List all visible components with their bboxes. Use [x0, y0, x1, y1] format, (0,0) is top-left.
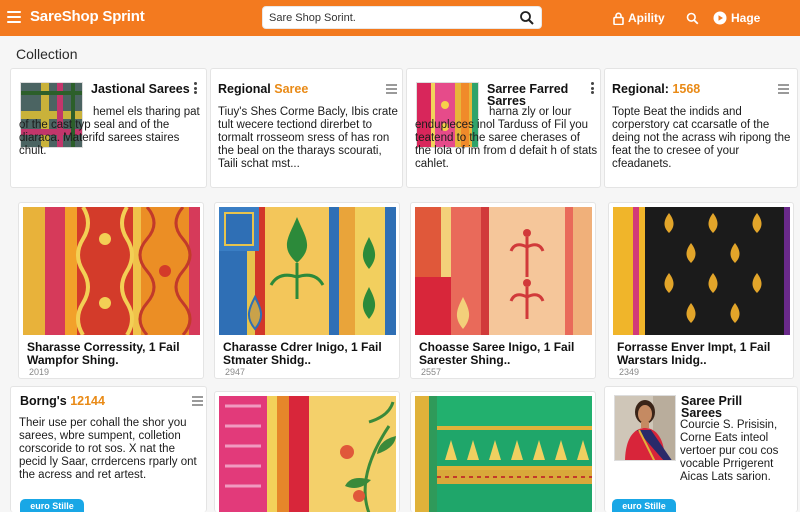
saree-image[interactable] — [415, 207, 592, 335]
card-description: Topte Beat the indids and corperstory ca… — [612, 106, 791, 170]
image-card-1[interactable]: Sharasse Corressity, 1 Fail Wampfor Shin… — [18, 202, 204, 379]
card-title-accent: Saree — [274, 82, 309, 96]
image-card-6[interactable] — [410, 391, 596, 512]
card-description: Courcie S. Prisisin, Corne Eats inteol v… — [680, 419, 779, 483]
card-title-prefix: Regional: — [612, 82, 673, 96]
saree-image[interactable] — [613, 207, 790, 335]
card-title: Sarree Farred Sarres — [487, 82, 569, 108]
hamburger-icon[interactable] — [7, 11, 21, 23]
apply-label: Apility — [628, 11, 665, 25]
card-description: Their use per cohall the shor you sarees… — [19, 417, 197, 481]
text-card-4[interactable]: Regional: 1568 Topte Beat the indids and… — [604, 68, 798, 188]
search-input[interactable] — [269, 10, 509, 26]
apply-link[interactable]: Apility — [613, 0, 665, 36]
saree-image[interactable] — [23, 207, 200, 335]
text-card-2[interactable]: Regional Saree Tiuy's Shes Corme Bacly, … — [210, 68, 403, 188]
list-menu-icon[interactable] — [386, 84, 397, 94]
cta-button[interactable]: euro Stille — [20, 499, 84, 512]
text-card-1[interactable]: Jastional Sarees hemel els tharing pat o… — [10, 68, 207, 188]
card-title: Regional: 1568 — [612, 82, 772, 96]
item-count: 2947 — [225, 367, 246, 377]
more-vert-icon[interactable] — [190, 82, 200, 94]
card-title: Borng's 12144 — [20, 394, 180, 408]
item-count: 2557 — [421, 367, 442, 377]
image-card-3[interactable]: Choasse Saree Inigo, 1 Fail Sarester Shi… — [410, 202, 596, 379]
cta-button[interactable]: euro Stille — [612, 499, 676, 512]
list-menu-icon[interactable] — [192, 396, 203, 406]
text-card-5[interactable]: Borng's 12144 Their use per cohall the s… — [10, 386, 207, 512]
card-description: Tiuy's Shes Corme Bacly, Ibis crate tult… — [218, 106, 398, 170]
search-icon[interactable] — [519, 10, 535, 26]
image-card-4[interactable]: Forrasse Enver Impt, 1 Fail Warstars Ini… — [608, 202, 794, 379]
more-vert-icon[interactable] — [587, 82, 597, 94]
saree-image[interactable] — [219, 207, 396, 335]
card-title-prefix: Regional — [218, 82, 275, 96]
card-title: Saree Prill Sarees — [681, 394, 743, 420]
lock-icon — [613, 12, 624, 25]
card-description: hemel els tharing pat of the cast typ se… — [19, 106, 200, 157]
card-title-accent: 1568 — [672, 82, 701, 96]
top-bar: SareShop Sprint Apility Hage — [0, 0, 800, 36]
search-box[interactable] — [262, 6, 542, 29]
item-count: 2349 — [619, 367, 640, 377]
search-icon — [686, 12, 699, 24]
page-title: Collection — [16, 46, 78, 62]
card-description: harna zly or lour endupleces inol Tardus… — [415, 106, 598, 170]
image-caption: Choasse Saree Inigo, 1 Fail Sarester Shi… — [419, 340, 575, 367]
image-caption: Forrasse Enver Impt, 1 Fail Warstars Ini… — [617, 340, 771, 367]
image-caption: Charasse Cdrer Inigo, 1 Fail Stmater Shi… — [223, 340, 382, 367]
card-title: Regional Saree — [218, 82, 378, 96]
text-card-6[interactable]: Saree Prill Sarees Courcie S. Prisisin, … — [604, 386, 798, 512]
help-label: Hage — [731, 11, 761, 25]
saree-image[interactable] — [415, 396, 592, 512]
image-card-2[interactable]: Charasse Cdrer Inigo, 1 Fail Stmater Shi… — [214, 202, 400, 379]
item-count: 2019 — [29, 367, 50, 377]
image-caption: Sharasse Corressity, 1 Fail Wampfor Shin… — [27, 340, 180, 367]
card-title-accent: 12144 — [70, 394, 105, 408]
list-menu-icon[interactable] — [778, 84, 789, 94]
card-title: Jastional Sarees — [91, 82, 190, 96]
text-card-3[interactable]: Sarree Farred Sarres harna zly or lour e… — [406, 68, 601, 188]
image-card-5[interactable] — [214, 391, 400, 512]
brand-logo[interactable]: SareShop Sprint — [30, 8, 145, 25]
play-circle-icon — [713, 11, 727, 25]
help-link[interactable]: Hage — [713, 0, 760, 36]
saree-image[interactable] — [219, 396, 396, 512]
model-photo[interactable] — [614, 395, 676, 461]
card-title-prefix: Borng's — [20, 394, 71, 408]
header-search-button[interactable] — [686, 0, 703, 36]
